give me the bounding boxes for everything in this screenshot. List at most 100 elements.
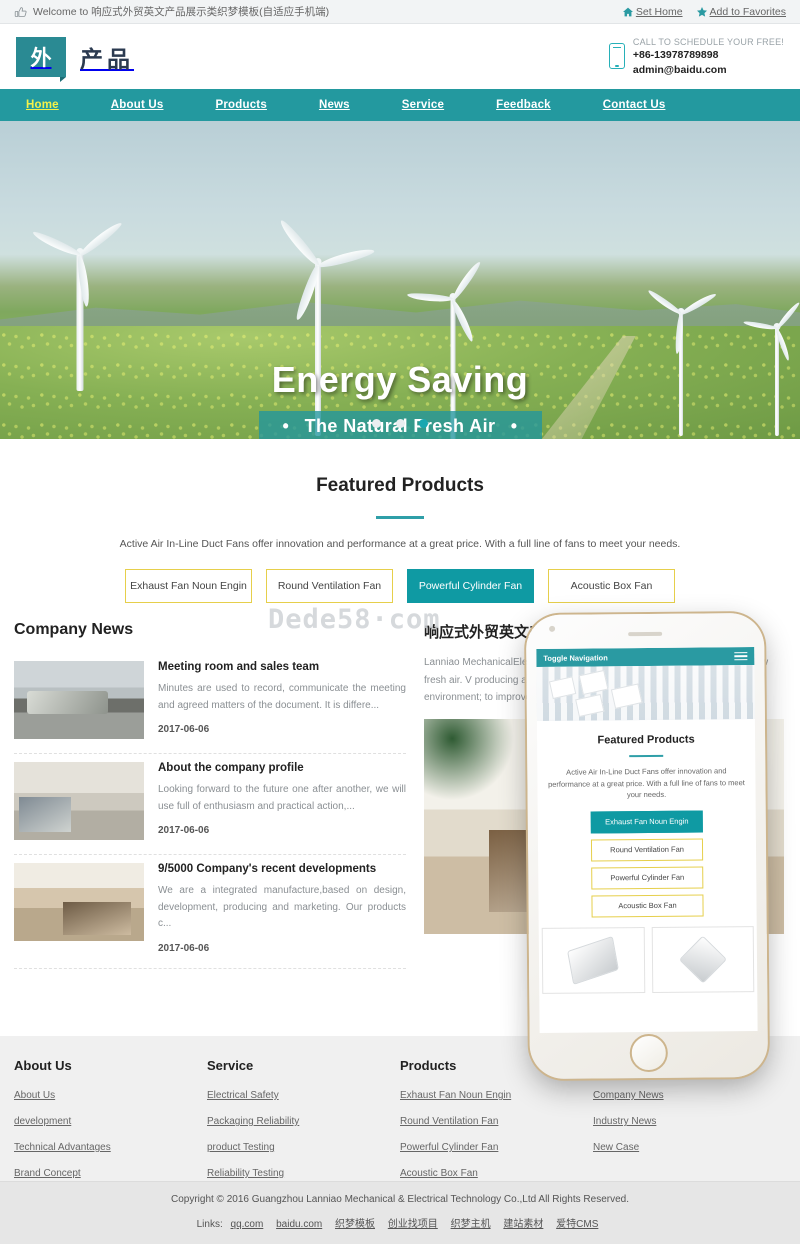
news-item-date: 2017-06-06 (158, 942, 210, 954)
news-thumbnail (14, 762, 144, 840)
mobile-title-divider (629, 754, 664, 758)
copyright-text: Copyright © 2016 Guangzhou Lanniao Mecha… (170, 1194, 629, 1205)
mobile-phone-icon (608, 43, 625, 70)
news-item-title[interactable]: Meeting room and sales team (158, 661, 406, 673)
banner-product-tile (578, 669, 609, 696)
featured-tabs: Exhaust Fan Noun Engin Round Ventilation… (0, 569, 800, 603)
tab-acoustic-box-fan[interactable]: Acoustic Box Fan (548, 569, 675, 603)
footer-link[interactable]: Acoustic Box Fan (400, 1168, 593, 1179)
add-favorites-link[interactable]: Add to Favorites (696, 6, 786, 18)
main-navigation: Home About Us Products News Service Feed… (0, 89, 800, 121)
thumbs-up-icon (14, 5, 27, 18)
nav-item-contact-us[interactable]: Contact Us (577, 89, 692, 121)
mobile-tab-exhaust-fan-noun-engin[interactable]: Exhaust Fan Noun Engin (590, 810, 703, 834)
footer-link[interactable]: Company News (593, 1090, 786, 1101)
logo-text: 产品 (80, 45, 134, 72)
hero-title: Energy Saving (271, 359, 529, 400)
star-icon (696, 6, 707, 17)
tab-exhaust-fan-noun-engin[interactable]: Exhaust Fan Noun Engin (125, 569, 252, 603)
site-logo[interactable]: 外 产品 (16, 36, 134, 82)
news-item-date: 2017-06-06 (158, 724, 210, 735)
footer-link[interactable]: Electrical Safety (207, 1090, 400, 1101)
email-address[interactable]: admin@baidu.com (633, 63, 784, 77)
welcome-text: Welcome to 响应式外贸英文产品展示类织梦模板(自适应手机端) (33, 6, 330, 18)
carousel-dot-1[interactable] (372, 419, 382, 428)
footer-link[interactable]: product Testing (207, 1142, 400, 1153)
nav-item-news[interactable]: News (293, 89, 376, 121)
phone-screen: Toggle Navigation Featured Products Acti… (536, 647, 758, 1033)
footer-link[interactable]: Reliability Testing (207, 1168, 400, 1179)
set-home-link[interactable]: Set Home (622, 6, 683, 18)
footer-link[interactable]: New Case (593, 1142, 786, 1153)
watermark-text: Dede58·com (268, 604, 441, 635)
footer-link[interactable]: Brand Concept (14, 1168, 207, 1179)
tab-powerful-cylinder-fan[interactable]: Powerful Cylinder Fan (407, 569, 534, 603)
news-list-item[interactable]: 9/5000 Company's recent developments We … (14, 855, 406, 969)
featured-description: Active Air In-Line Duct Fans offer innov… (119, 538, 681, 550)
friendly-link[interactable]: qq.com (231, 1219, 264, 1230)
company-news-column: Company News Meeting room and sales team… (14, 621, 406, 969)
ceiling-fan-icon (567, 935, 620, 985)
friendly-link[interactable]: 创业找项目 (388, 1219, 438, 1230)
hamburger-menu-icon[interactable] (734, 650, 748, 663)
carousel-dot-2[interactable] (395, 419, 405, 428)
news-item-title[interactable]: 9/5000 Company's recent developments (158, 863, 406, 875)
phone-home-button[interactable] (629, 1033, 668, 1073)
news-thumbnail (14, 863, 144, 941)
friendly-link[interactable]: 织梦模板 (335, 1219, 375, 1230)
friendly-link[interactable]: 爱特CMS (556, 1219, 598, 1230)
footer-link[interactable]: Round Ventilation Fan (400, 1116, 593, 1127)
mobile-product-card[interactable] (651, 925, 755, 993)
tab-round-ventilation-fan[interactable]: Round Ventilation Fan (266, 569, 393, 603)
phone-speaker (628, 631, 663, 637)
friendly-link[interactable]: baidu.com (276, 1219, 322, 1230)
news-item-title[interactable]: About the company profile (158, 762, 406, 774)
mobile-banner-image (536, 665, 755, 721)
mobile-featured-tabs: Exhaust Fan Noun Engin Round Ventilation… (538, 810, 757, 918)
footer-link[interactable]: Industry News (593, 1116, 786, 1127)
nav-item-products[interactable]: Products (189, 89, 292, 121)
mobile-navbar: Toggle Navigation (536, 647, 755, 667)
title-divider (376, 516, 424, 519)
news-list-item[interactable]: About the company profile Looking forwar… (14, 754, 406, 855)
footer-link[interactable]: Powerful Cylinder Fan (400, 1142, 593, 1153)
nav-item-home[interactable]: Home (0, 89, 85, 121)
footer-link[interactable]: Technical Advantages (14, 1142, 207, 1153)
mobile-product-card[interactable] (541, 926, 645, 994)
footer-column-about-us: About Us About Us development Technical … (14, 1058, 207, 1194)
news-item-excerpt: We are a integrated manufacture,based on… (158, 885, 406, 929)
mobile-nav-label[interactable]: Toggle Navigation (543, 653, 608, 663)
footer-column-news: Company News Industry News New Case (593, 1058, 786, 1194)
news-item-date: 2017-06-06 (158, 825, 210, 836)
news-item-excerpt: Looking forward to the future one after … (158, 784, 406, 812)
footer-link[interactable]: About Us (14, 1090, 207, 1101)
footer-link[interactable]: development (14, 1116, 207, 1127)
nav-item-feedback[interactable]: Feedback (470, 89, 577, 121)
banner-product-tile (575, 693, 605, 718)
top-utility-bar: Welcome to 响应式外贸英文产品展示类织梦模板(自适应手机端) Set … (0, 0, 800, 24)
phone-number[interactable]: +86-13978789898 (633, 48, 784, 62)
mobile-featured-title: Featured Products (597, 733, 695, 747)
nav-item-about-us[interactable]: About Us (85, 89, 190, 121)
news-list-item[interactable]: Meeting room and sales team Minutes are … (14, 653, 406, 754)
footer-heading: Service (207, 1058, 254, 1073)
carousel-dot-3[interactable] (418, 419, 428, 428)
mobile-tab-round-ventilation-fan[interactable]: Round Ventilation Fan (590, 838, 704, 862)
featured-title: Featured Products (316, 475, 484, 496)
mobile-tab-powerful-cylinder-fan[interactable]: Powerful Cylinder Fan (591, 866, 704, 890)
mobile-product-grid (539, 925, 758, 994)
friendly-link[interactable]: 建站素材 (503, 1219, 543, 1230)
mobile-tab-acoustic-box-fan[interactable]: Acoustic Box Fan (591, 894, 704, 918)
header-contact-block: CALL TO SCHEDULE YOUR FREE! +86-13978789… (608, 36, 784, 77)
site-header: 外 产品 CALL TO SCHEDULE YOUR FREE! +86-139… (0, 24, 800, 89)
carousel-dots (0, 415, 800, 433)
nav-item-service[interactable]: Service (376, 89, 470, 121)
call-label: CALL TO SCHEDULE YOUR FREE! (632, 37, 784, 48)
hero-carousel[interactable]: Energy Saving • The Natural Fresh Air • (0, 121, 800, 439)
news-item-excerpt: Minutes are used to record, communicate … (158, 683, 406, 711)
links-label: Links: (196, 1219, 223, 1230)
footer-link[interactable]: Packaging Reliability (207, 1116, 400, 1127)
friendly-link[interactable]: 织梦主机 (451, 1219, 491, 1230)
footer-link[interactable]: Exhaust Fan Noun Engin (400, 1090, 593, 1101)
footer-column-service: Service Electrical Safety Packaging Reli… (207, 1058, 400, 1194)
